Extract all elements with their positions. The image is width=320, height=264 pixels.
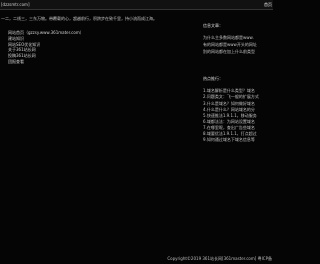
- intro-text: 为什么主多数网站都是www. 有的网站都是www开头的网址 别的网站都在加上什么…: [203, 35, 273, 54]
- nav-link-about[interactable]: 关于361站长网: [8, 47, 36, 52]
- top-bar: [dzzsmtr.com] 首页: [0, 0, 273, 10]
- footer-copyright: Copyright©2019 361站长网[361master.com] 粤IC…: [167, 255, 272, 261]
- right-sidebar: 信息文章： 为什么主多数网站都是www. 有的网站都是www开头的网址 别的网站…: [203, 23, 273, 143]
- site-url: [dzzsmtr.com]: [1, 2, 30, 7]
- site-slogan: 一二，二线三，三东万物。带覆载的心，超越前行，积跻步在致千里，持小流而成江海。: [1, 16, 157, 21]
- nav-link-seo[interactable]: 网站SEO优化知识: [8, 42, 40, 47]
- recommend-link[interactable]: 6.域都法法：为网站设置域名: [203, 119, 255, 124]
- recommend-link[interactable]: 9.如何通过域名下域名信息等: [203, 137, 255, 142]
- recommend-link[interactable]: 8.域要优法1.9.1.1，打点超过: [203, 131, 257, 136]
- recommend-link[interactable]: 7.在哪里呢，查出广告些域名: [203, 125, 255, 130]
- recommend-link[interactable]: 3.什么是域名？如何做好域名: [203, 101, 255, 106]
- recommend-link[interactable]: 5.快速推法1.9.1.1，移动服务: [203, 113, 257, 118]
- intro-line: 有的网站都是www开头的网址: [203, 41, 257, 47]
- recommend-link[interactable]: 2.问题类文：飞一般的扩展方式: [203, 94, 259, 99]
- nav-list: 网站首页（gzzsy.www.361mater.com） 建站知识 网站SEO优…: [8, 30, 84, 65]
- home-link[interactable]: 首页: [264, 2, 272, 7]
- recommend-link[interactable]: 1.域名解析是什么类型？域名: [203, 88, 255, 93]
- recommend-title: 热点推行：: [203, 75, 223, 81]
- intro-line: 别的网站都在加上什么前类型: [203, 48, 255, 54]
- intro-line: 为什么主多数网站都是www.: [203, 35, 254, 41]
- recommend-list: 1.域名解析是什么类型？域名 2.问题类文：飞一般的扩展方式 3.什么是域名？如…: [203, 88, 273, 143]
- nav-link-review[interactable]: 团报查看: [8, 59, 24, 64]
- recommend-item[interactable]: 9.如何通过域名下域名信息等: [203, 137, 273, 143]
- nav-link-home[interactable]: 网站首页（gzzsy.www.361mater.com）: [8, 30, 84, 35]
- nav-link-submit[interactable]: 投稿361站长网: [8, 53, 36, 58]
- intro-title: 信息文章：: [203, 23, 223, 28]
- recommend-link[interactable]: 4.什么是什么？网站域名的分: [203, 107, 255, 112]
- nav-item-review[interactable]: 团报查看: [8, 59, 84, 65]
- nav-link-knowledge[interactable]: 建站知识: [8, 36, 24, 41]
